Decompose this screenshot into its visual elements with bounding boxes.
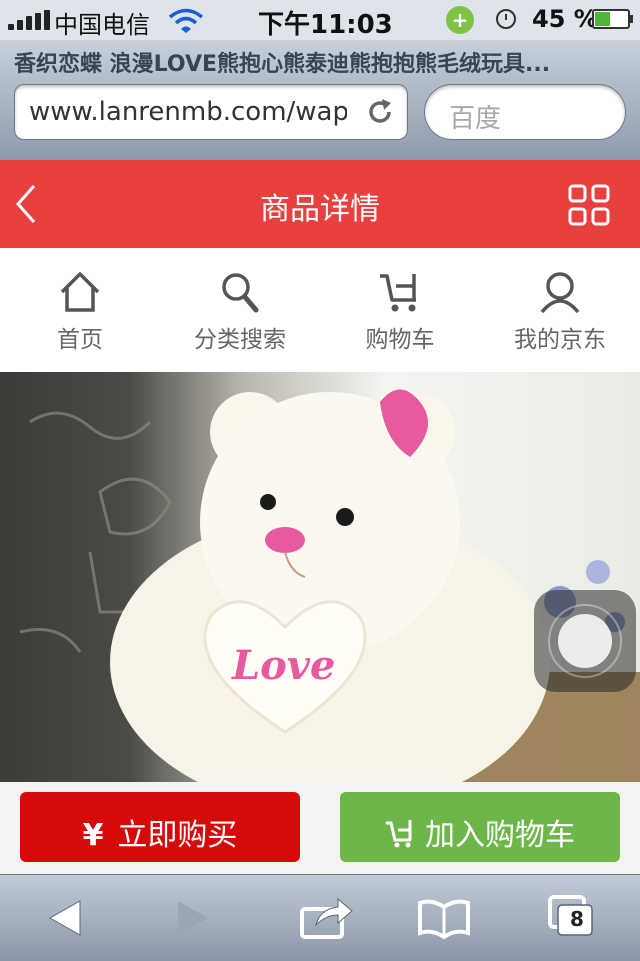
add-to-cart-label: 加入购物车 xyxy=(425,818,575,853)
url-text: www.lanrenmb.com/wap xyxy=(29,97,347,127)
browser-back-icon[interactable] xyxy=(38,895,98,941)
browser-address-bar: 香织恋蝶 浪漫LOVE熊抱心熊泰迪熊抱抱熊毛绒玩具... www.lanrenm… xyxy=(0,40,640,161)
search-input[interactable]: 百度 xyxy=(424,84,626,140)
user-icon xyxy=(540,272,580,314)
nav-item-cart[interactable]: 购物车 xyxy=(320,248,480,372)
cart-icon xyxy=(380,274,416,312)
assistive-touch-button[interactable] xyxy=(534,590,636,692)
reload-icon[interactable] xyxy=(365,97,395,127)
carrier-name: 中国电信 xyxy=(54,11,150,39)
url-field[interactable]: www.lanrenmb.com/wap xyxy=(14,84,408,140)
nav-label: 我的京东 xyxy=(514,327,606,353)
heart-text: Love xyxy=(232,642,336,689)
battery-percent: 45 % xyxy=(532,5,598,33)
home-icon xyxy=(60,272,100,312)
add-to-cart-button[interactable]: 加入购物车 xyxy=(340,792,620,862)
signal-icon xyxy=(8,10,52,30)
quick-nav: 首页 分类搜索 购物车 我的京东 xyxy=(0,248,640,373)
action-bar: ¥ 立即购买 加入购物车 xyxy=(0,782,640,874)
yen-icon: ¥ xyxy=(82,818,104,853)
search-placeholder: 百度 xyxy=(449,104,502,134)
tabs-count: 8 xyxy=(570,907,584,931)
browser-forward-icon[interactable] xyxy=(158,895,218,941)
product-image[interactable]: Love xyxy=(0,372,640,782)
battery-icon xyxy=(592,9,633,29)
buy-now-label: 立即购买 xyxy=(117,818,238,853)
bookmarks-icon[interactable] xyxy=(414,895,474,941)
nav-item-home[interactable]: 首页 xyxy=(0,248,160,372)
wifi-icon xyxy=(168,8,204,33)
nav-item-search[interactable]: 分类搜索 xyxy=(160,248,320,372)
header-title: 商品详情 xyxy=(260,192,380,227)
page-title: 香织恋蝶 浪漫LOVE熊抱心熊泰迪熊抱抱熊毛绒玩具... xyxy=(14,52,551,77)
grid-menu-icon[interactable] xyxy=(568,184,610,226)
status-bar: 中国电信 下午11:03 + 45 % xyxy=(0,0,640,40)
browser-toolbar: 8 xyxy=(0,874,640,961)
cart-icon xyxy=(386,820,412,848)
buy-now-button[interactable]: ¥ 立即购买 xyxy=(20,792,300,862)
nav-label: 分类搜索 xyxy=(194,327,286,353)
search-icon xyxy=(222,273,259,313)
teddy-bear-photo xyxy=(19,389,640,782)
nav-item-account[interactable]: 我的京东 xyxy=(480,248,640,372)
security-app-icon: + xyxy=(446,6,474,34)
alarm-icon xyxy=(496,9,516,29)
clock-time: 下午11:03 xyxy=(258,10,393,40)
nav-label: 首页 xyxy=(57,327,103,353)
app-header: 商品详情 xyxy=(0,160,640,248)
nav-label: 购物车 xyxy=(365,327,435,353)
share-icon[interactable] xyxy=(296,895,356,941)
